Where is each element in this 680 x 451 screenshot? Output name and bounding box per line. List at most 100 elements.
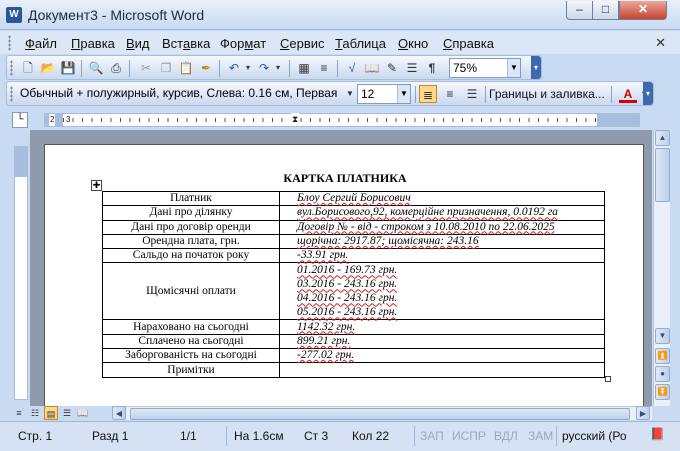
row-label[interactable]: Дані про договір оренди bbox=[102, 219, 280, 235]
cut-icon[interactable]: ✂ bbox=[137, 59, 155, 77]
maximize-button[interactable]: □ bbox=[592, 1, 619, 20]
normal-view-icon[interactable]: ≡ bbox=[12, 406, 26, 420]
vertical-scrollbar[interactable]: ▲ ▼ ⏫ ● ⏬ bbox=[653, 130, 670, 406]
row-label[interactable]: Сальдо на початок року bbox=[102, 248, 280, 264]
row-value[interactable]: щорічна: 2917.87; щомісячна: 243.16 bbox=[279, 233, 605, 250]
close-button[interactable]: ✕ bbox=[619, 1, 667, 20]
row-label[interactable]: Платник bbox=[102, 190, 280, 207]
justify-icon[interactable]: ☰ bbox=[463, 85, 481, 103]
redo-dropdown-icon[interactable]: ▾ bbox=[269, 59, 287, 77]
scroll-down-icon[interactable]: ▼ bbox=[655, 328, 670, 344]
align-center-icon[interactable]: ≡ bbox=[441, 85, 459, 103]
document-close-icon[interactable]: ✕ bbox=[655, 35, 666, 51]
row-value[interactable]: 1142.32 грн. bbox=[279, 319, 605, 335]
align-left-icon[interactable]: ≣ bbox=[419, 85, 437, 103]
insert-table-icon[interactable]: ▦ bbox=[295, 59, 313, 77]
chevron-down-icon[interactable]: ▼ bbox=[507, 59, 520, 77]
row-label[interactable]: Примітки bbox=[102, 362, 280, 378]
paste-icon[interactable]: 📋 bbox=[177, 59, 195, 77]
menu-item[interactable]: Таблица bbox=[335, 36, 386, 51]
outline-view-icon[interactable]: ☰ bbox=[60, 406, 74, 420]
scroll-thumb[interactable] bbox=[130, 408, 630, 420]
scroll-up-icon[interactable]: ▲ bbox=[655, 130, 670, 146]
browse-object-icon[interactable]: ● bbox=[655, 366, 670, 382]
table-move-handle-icon[interactable]: ✚ bbox=[91, 180, 102, 191]
table-resize-handle-icon[interactable] bbox=[605, 376, 611, 382]
table-row: Примітки bbox=[102, 362, 605, 378]
columns-icon[interactable]: ≡ bbox=[315, 59, 333, 77]
document-map-icon[interactable]: ☰ bbox=[403, 59, 421, 77]
copy-icon[interactable]: ❐ bbox=[157, 59, 175, 77]
status-record-macro[interactable]: ЗАП bbox=[420, 429, 444, 443]
menu-item[interactable]: Формат bbox=[220, 36, 266, 51]
toolbar-options-icon[interactable]: ▾ bbox=[531, 56, 541, 79]
row-value[interactable]: вул.Борисового,92, комерційне призначенн… bbox=[279, 205, 605, 221]
row-value[interactable]: Блоу Сергий Борисович bbox=[279, 190, 605, 207]
row-value[interactable]: 899.21 грн. bbox=[279, 333, 605, 350]
minimize-button[interactable]: ‒ bbox=[566, 1, 593, 20]
table-row: Дані про договір оренди Договір № - від -… bbox=[102, 219, 605, 235]
status-track-changes[interactable]: ИСПР bbox=[452, 429, 486, 443]
menu-item[interactable]: Окно bbox=[398, 36, 428, 51]
row-value[interactable]: Договір № - від - строком з 10.08.2010 п… bbox=[279, 219, 605, 235]
next-page-icon[interactable]: ⏬ bbox=[655, 384, 670, 400]
status-overtype[interactable]: ЗАМ bbox=[528, 429, 553, 443]
formula-icon[interactable]: √ bbox=[343, 59, 361, 77]
row-label[interactable]: Щомісячні оплати bbox=[102, 262, 280, 321]
row-label[interactable]: Сплачено на сьогодні bbox=[102, 333, 280, 350]
word-app-icon[interactable]: W bbox=[6, 7, 22, 23]
indent-marker-icon[interactable]: ⧗ bbox=[291, 113, 300, 125]
borders-button[interactable]: Границы и заливка... bbox=[489, 87, 605, 101]
reading-view-icon[interactable]: 📖 bbox=[76, 406, 90, 420]
monthly-payments-list[interactable]: 01.2016 - 169.73 грн. 03.2016 - 243.16 гр… bbox=[279, 262, 605, 321]
toolbar-grip-icon[interactable] bbox=[10, 60, 13, 76]
row-label[interactable]: Заборгованість на сьогодні bbox=[102, 348, 280, 364]
status-language[interactable]: русский (Ро bbox=[562, 429, 627, 443]
horizontal-scrollbar[interactable]: ◀ ▶ bbox=[112, 406, 652, 420]
menu-item[interactable]: Вставка bbox=[162, 36, 210, 51]
row-label[interactable]: Орендна плата, грн. bbox=[102, 233, 280, 250]
print-icon[interactable]: ⎙ bbox=[107, 59, 125, 77]
menu-item[interactable]: Вид bbox=[126, 36, 150, 51]
print-layout-view-icon[interactable]: ▤ bbox=[44, 406, 58, 420]
zoom-select[interactable]: 75% ▼ bbox=[449, 58, 521, 78]
row-value[interactable]: -33.91 грн. bbox=[279, 248, 605, 264]
new-document-icon[interactable]: 🗋 bbox=[19, 59, 37, 77]
style-select[interactable]: Обычный + полужирный, курсив, Слева: 0.1… bbox=[17, 84, 357, 104]
previous-page-icon[interactable]: ⏫ bbox=[655, 348, 670, 364]
spelling-status-icon[interactable]: 📕 bbox=[650, 427, 665, 441]
save-icon[interactable]: 💾 bbox=[59, 59, 77, 77]
format-painter-icon[interactable]: ✒ bbox=[197, 59, 215, 77]
menu-grip-icon[interactable] bbox=[8, 35, 11, 51]
row-value[interactable] bbox=[279, 362, 605, 378]
standard-toolbar: 🗋 📂 💾 🔍 ⎙ ✂ ❐ 📋 ✒ ↶ ▾ ↷ ▾ ▦ ≡ √ 📖 ✎ ☰ ¶ … bbox=[6, 55, 542, 80]
vertical-ruler[interactable] bbox=[14, 146, 28, 400]
toolbar-grip-icon[interactable] bbox=[10, 86, 13, 102]
open-folder-icon[interactable]: 📂 bbox=[39, 59, 57, 77]
status-column: Кол 22 bbox=[352, 429, 390, 443]
chevron-down-icon[interactable]: ▼ bbox=[397, 85, 410, 103]
value-text: -277.02 грн. bbox=[297, 349, 355, 362]
menu-item[interactable]: Справка bbox=[443, 36, 494, 51]
scroll-left-icon[interactable]: ◀ bbox=[112, 406, 126, 420]
tab-selector-icon[interactable]: └ bbox=[12, 112, 28, 128]
document-page[interactable]: КАРТКА ПЛАТНИКА ✚ Платник Блоу Сергий Бор… bbox=[44, 144, 644, 406]
status-extend-selection[interactable]: ВДЛ bbox=[494, 429, 518, 443]
menu-item[interactable]: Правка bbox=[71, 36, 115, 51]
row-label[interactable]: Дані про ділянку bbox=[102, 205, 280, 221]
scroll-right-icon[interactable]: ▶ bbox=[636, 406, 650, 420]
menu-item[interactable]: Сервис bbox=[280, 36, 325, 51]
menu-item[interactable]: Файл bbox=[25, 36, 57, 51]
scroll-thumb[interactable] bbox=[655, 148, 670, 202]
research-icon[interactable]: 📖 bbox=[363, 59, 381, 77]
toolbar-options-icon[interactable]: ▾ bbox=[643, 82, 653, 105]
font-size-select[interactable]: 12 ▼ bbox=[357, 84, 411, 104]
menu-bar: Файл Правка Вид Вставка Формат Сервис Таблица О… bbox=[0, 31, 680, 54]
web-view-icon[interactable]: ☷ bbox=[28, 406, 42, 420]
drawing-icon[interactable]: ✎ bbox=[383, 59, 401, 77]
row-label[interactable]: Нараховано на сьогодні bbox=[102, 319, 280, 335]
horizontal-ruler[interactable]: 2 3 ⧗ 18 bbox=[44, 113, 640, 127]
row-value[interactable]: -277.02 грн. bbox=[279, 348, 605, 364]
print-preview-icon[interactable]: 🔍 bbox=[87, 59, 105, 77]
show-formatting-icon[interactable]: ¶ bbox=[423, 59, 441, 77]
